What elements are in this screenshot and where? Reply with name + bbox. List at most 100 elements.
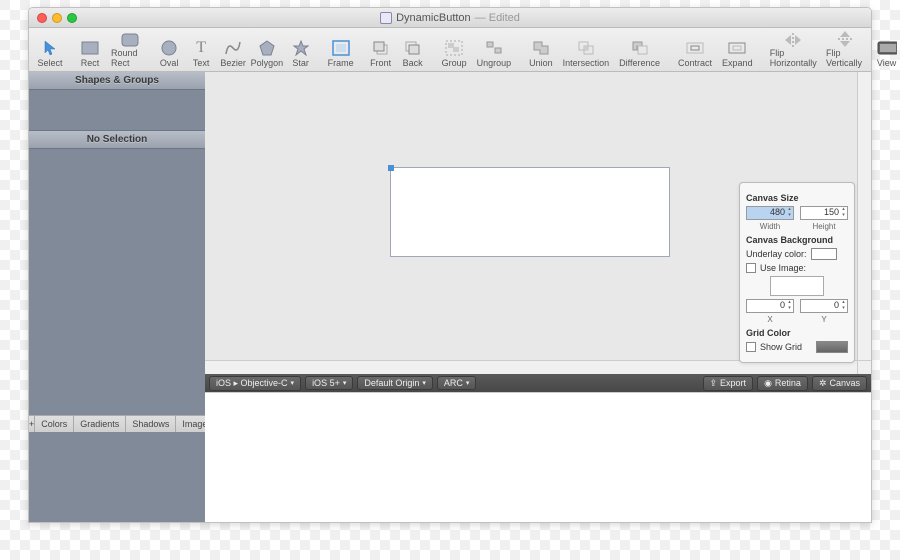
text-tool[interactable]: TText: [186, 30, 216, 70]
chevron-down-icon: ▾: [291, 379, 295, 387]
origin-selector[interactable]: Default Origin▾: [357, 376, 433, 390]
canvas-object[interactable]: [390, 167, 670, 257]
grid-color-well[interactable]: [816, 341, 848, 353]
expand-button[interactable]: Expand: [718, 30, 757, 70]
close-icon[interactable]: [37, 13, 47, 23]
export-icon: ⇪: [710, 378, 718, 389]
select-tool[interactable]: Select: [35, 30, 65, 70]
use-image-label: Use Image:: [760, 263, 806, 273]
arc-selector[interactable]: ARC▾: [437, 376, 477, 390]
difference-button[interactable]: Difference: [615, 30, 664, 70]
code-pane[interactable]: [205, 392, 871, 522]
cursor-icon: [40, 38, 60, 58]
back-button[interactable]: Back: [398, 30, 428, 70]
underlay-label: Underlay color:: [746, 249, 807, 259]
frame-icon: [331, 38, 351, 58]
intersection-button[interactable]: Intersection: [559, 30, 614, 70]
resize-handle[interactable]: [388, 165, 394, 171]
rect-tool[interactable]: Rect: [75, 30, 105, 70]
toolbar: Select Rect Round Rect Oval TText Bezier…: [29, 28, 871, 72]
front-icon: [371, 38, 391, 58]
group-icon: [444, 38, 464, 58]
width-input[interactable]: 480▴▾: [746, 206, 794, 220]
difference-icon: [630, 38, 650, 58]
canvas-area[interactable]: Canvas Size 480▴▾ Width 150▴▾ Height Can…: [205, 72, 871, 374]
minimize-icon[interactable]: [52, 13, 62, 23]
width-label: Width: [760, 222, 780, 231]
retina-button[interactable]: ◉Retina: [757, 376, 808, 391]
tab-gradients[interactable]: Gradients: [74, 416, 126, 432]
traffic-lights: [37, 13, 77, 23]
vertical-scrollbar[interactable]: [857, 72, 871, 360]
image-well[interactable]: [770, 276, 824, 296]
canvas-bg-title: Canvas Background: [746, 235, 848, 245]
tab-shadows[interactable]: Shadows: [126, 416, 176, 432]
underlay-color-well[interactable]: [811, 248, 837, 260]
view-button[interactable]: View: [872, 30, 900, 70]
flipv-icon: [835, 30, 855, 48]
bezier-icon: [223, 38, 243, 58]
expand-icon: [727, 38, 747, 58]
x-input[interactable]: 0▴▾: [746, 299, 794, 313]
fliph-icon: [783, 32, 803, 48]
grid-color-title: Grid Color: [746, 328, 848, 338]
right-column: Canvas Size 480▴▾ Width 150▴▾ Height Can…: [205, 72, 871, 522]
front-button[interactable]: Front: [366, 30, 396, 70]
text-icon: T: [191, 38, 211, 58]
shapes-groups-header: Shapes & Groups: [29, 72, 205, 90]
zoom-icon[interactable]: [67, 13, 77, 23]
canvas-size-title: Canvas Size: [746, 193, 848, 203]
no-selection-header: No Selection: [29, 130, 205, 149]
tab-colors[interactable]: Colors: [35, 416, 74, 432]
use-image-checkbox[interactable]: [746, 263, 756, 273]
height-input[interactable]: 150▴▾: [800, 206, 848, 220]
chevron-down-icon: ▾: [422, 379, 426, 387]
flip-horizontal-button[interactable]: Flip Horizontally: [767, 30, 820, 70]
document-icon: [380, 12, 392, 24]
width-stepper[interactable]: ▴▾: [786, 207, 793, 219]
show-grid-checkbox[interactable]: [746, 342, 756, 352]
height-stepper[interactable]: ▴▾: [840, 207, 847, 219]
ungroup-icon: [484, 38, 504, 58]
asset-well: [29, 432, 205, 522]
union-button[interactable]: Union: [525, 30, 557, 70]
titlebar[interactable]: DynamicButton — Edited: [29, 8, 871, 28]
bezier-tool[interactable]: Bezier: [218, 30, 248, 70]
inspector-body: [29, 149, 205, 415]
star-tool[interactable]: Star: [286, 30, 316, 70]
frame-tool[interactable]: Frame: [326, 30, 356, 70]
oval-tool[interactable]: Oval: [154, 30, 184, 70]
y-label: Y: [821, 315, 826, 324]
contract-button[interactable]: Contract: [674, 30, 716, 70]
main-area: Shapes & Groups No Selection + Colors Gr…: [29, 72, 871, 522]
star-icon: [291, 38, 311, 58]
edited-status: — Edited: [475, 12, 520, 24]
chevron-down-icon: ▾: [343, 379, 347, 387]
left-panel: Shapes & Groups No Selection + Colors Gr…: [29, 72, 205, 522]
canvas-inspector: Canvas Size 480▴▾ Width 150▴▾ Height Can…: [739, 182, 855, 363]
roundrect-icon: [120, 32, 140, 48]
rect-icon: [80, 38, 100, 58]
ungroup-button[interactable]: Ungroup: [473, 30, 516, 70]
oval-icon: [159, 38, 179, 58]
asset-tabs: + Colors Gradients Shadows Images: [29, 415, 205, 432]
polygon-tool[interactable]: Polygon: [250, 30, 283, 70]
flip-vertical-button[interactable]: Flip Vertically: [822, 30, 868, 70]
group-button[interactable]: Group: [438, 30, 471, 70]
app-window: DynamicButton — Edited Select Rect Round…: [28, 7, 872, 523]
x-label: X: [767, 315, 772, 324]
canvas-button[interactable]: ✲Canvas: [812, 376, 867, 391]
scroll-corner: [857, 360, 871, 374]
show-grid-label: Show Grid: [760, 342, 802, 352]
chevron-down-icon: ▾: [466, 379, 470, 387]
export-button[interactable]: ⇪Export: [703, 376, 754, 391]
y-stepper[interactable]: ▴▾: [840, 300, 847, 312]
retina-icon: ◉: [764, 378, 772, 389]
x-stepper[interactable]: ▴▾: [786, 300, 793, 312]
y-input[interactable]: 0▴▾: [800, 299, 848, 313]
height-label: Height: [812, 222, 835, 231]
os-selector[interactable]: iOS 5+▾: [305, 376, 353, 390]
gear-icon: ✲: [819, 378, 827, 389]
roundrect-tool[interactable]: Round Rect: [107, 30, 152, 70]
platform-selector[interactable]: iOS ▸ Objective-C▾: [209, 376, 301, 391]
